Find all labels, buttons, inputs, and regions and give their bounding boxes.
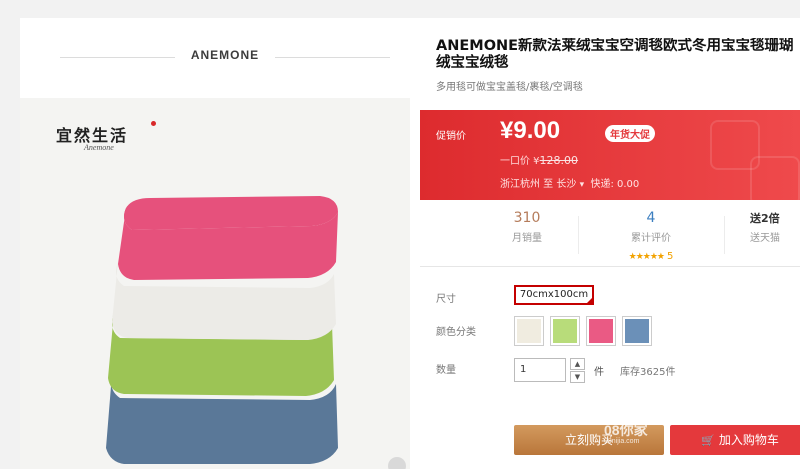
color-option-3[interactable]	[586, 316, 616, 346]
product-detail: ANEMONE新款法莱绒宝宝空调毯欧式冬用宝宝毯珊瑚绒宝宝绒毯 多用毯可做宝宝盖…	[420, 18, 800, 469]
ship-from: 浙江杭州 至	[500, 179, 554, 190]
color-option-2[interactable]	[550, 316, 580, 346]
quantity-unit: 件	[594, 367, 604, 378]
color-swatch[interactable]	[553, 319, 577, 343]
towel-stack-illustration	[106, 196, 338, 464]
tmall-points: 送2倍 送天猫	[750, 210, 800, 244]
size-option-label[interactable]: 70cmx100cm	[520, 289, 588, 300]
color-option-4[interactable]	[622, 316, 652, 346]
product-gallery: ANEMONE 宜然生活 Anemone	[20, 18, 412, 469]
add-to-cart-label[interactable]: 加入购物车	[719, 433, 779, 447]
ship-to[interactable]: 长沙	[556, 179, 576, 190]
rating-value: 5	[666, 251, 674, 262]
color-label: 颜色分类	[436, 327, 476, 338]
promo-panel: 促销价 ¥9.00 年货大促 一口价 ¥128.00 浙江杭州 至 长沙 ▾ 快…	[420, 110, 800, 200]
towel-pink-top	[124, 196, 338, 230]
promo-badge: 年货大促	[605, 125, 655, 142]
quantity-decrease-button[interactable]: ▼	[570, 371, 585, 383]
quantity-input[interactable]: 1	[514, 358, 566, 382]
watermark-text: 08你家	[604, 422, 648, 438]
size-label: 尺寸	[436, 294, 456, 305]
original-price-label: 一口价 ¥	[500, 156, 540, 167]
decor-shape	[750, 156, 800, 200]
points-label: 送天猫	[750, 233, 780, 244]
reviews-value[interactable]: 4	[601, 210, 701, 226]
store-header: ANEMONE	[40, 42, 410, 72]
promo-price-label: 促销价	[436, 131, 466, 142]
main-product-image[interactable]: 宜然生活 Anemone	[20, 98, 410, 469]
product-subtitle: 多用毯可做宝宝盖毯/裹毯/空调毯	[436, 82, 583, 93]
divider	[578, 216, 579, 254]
cart-icon: 🛒	[701, 434, 715, 447]
rating: ★★★★★ 5	[601, 244, 701, 263]
add-to-cart-button[interactable]: 🛒 加入购物车	[670, 425, 800, 455]
monthly-sales: 310 月销量	[477, 210, 577, 244]
quantity-label: 数量	[436, 365, 456, 376]
promo-price: ¥9.00	[500, 117, 561, 144]
monthly-sales-label: 月销量	[512, 233, 542, 244]
zoom-icon[interactable]	[388, 457, 406, 469]
watermark-url: 08nijia.com	[604, 438, 640, 445]
quantity-increase-button[interactable]: ▲	[570, 358, 585, 370]
divider	[724, 216, 725, 254]
chevron-down-icon[interactable]: ▾	[580, 180, 585, 190]
color-swatch[interactable]	[625, 319, 649, 343]
color-option-1[interactable]	[514, 316, 544, 346]
ship-to-select[interactable]: 长沙 ▾	[556, 179, 584, 190]
product-page: ANEMONE 宜然生活 Anemone ANEMONE新款法莱绒宝宝空调毯欧式…	[20, 18, 800, 469]
divider	[275, 57, 390, 58]
reviews-label: 累计评价	[631, 233, 671, 244]
monthly-sales-value: 310	[513, 210, 541, 226]
stock-count: 库存3625件	[620, 367, 676, 378]
size-option[interactable]: 70cmx100cm	[514, 285, 594, 305]
shipping-info: 浙江杭州 至 长沙 ▾ 快递: 0.00	[500, 175, 639, 190]
color-swatch[interactable]	[589, 319, 613, 343]
reviews[interactable]: 4 累计评价 ★★★★★ 5	[601, 210, 701, 263]
original-price-value: 128.00	[539, 154, 579, 167]
rating-stars: ★★★★★	[628, 252, 665, 262]
original-price: 一口价 ¥128.00	[500, 152, 578, 167]
store-name[interactable]: ANEMONE	[40, 48, 410, 62]
watermark: 08你家 08nijia.com	[604, 420, 648, 445]
selected-check-icon	[586, 297, 593, 304]
points-value: 送2倍	[750, 212, 780, 225]
stats-bar: 310 月销量 4 累计评价 ★★★★★ 5 送2倍 送天猫	[420, 208, 800, 267]
product-title: ANEMONE新款法莱绒宝宝空调毯欧式冬用宝宝毯珊瑚绒宝宝绒毯	[436, 38, 794, 71]
color-swatch[interactable]	[517, 319, 541, 343]
shipping-fee: 快递: 0.00	[590, 179, 640, 190]
